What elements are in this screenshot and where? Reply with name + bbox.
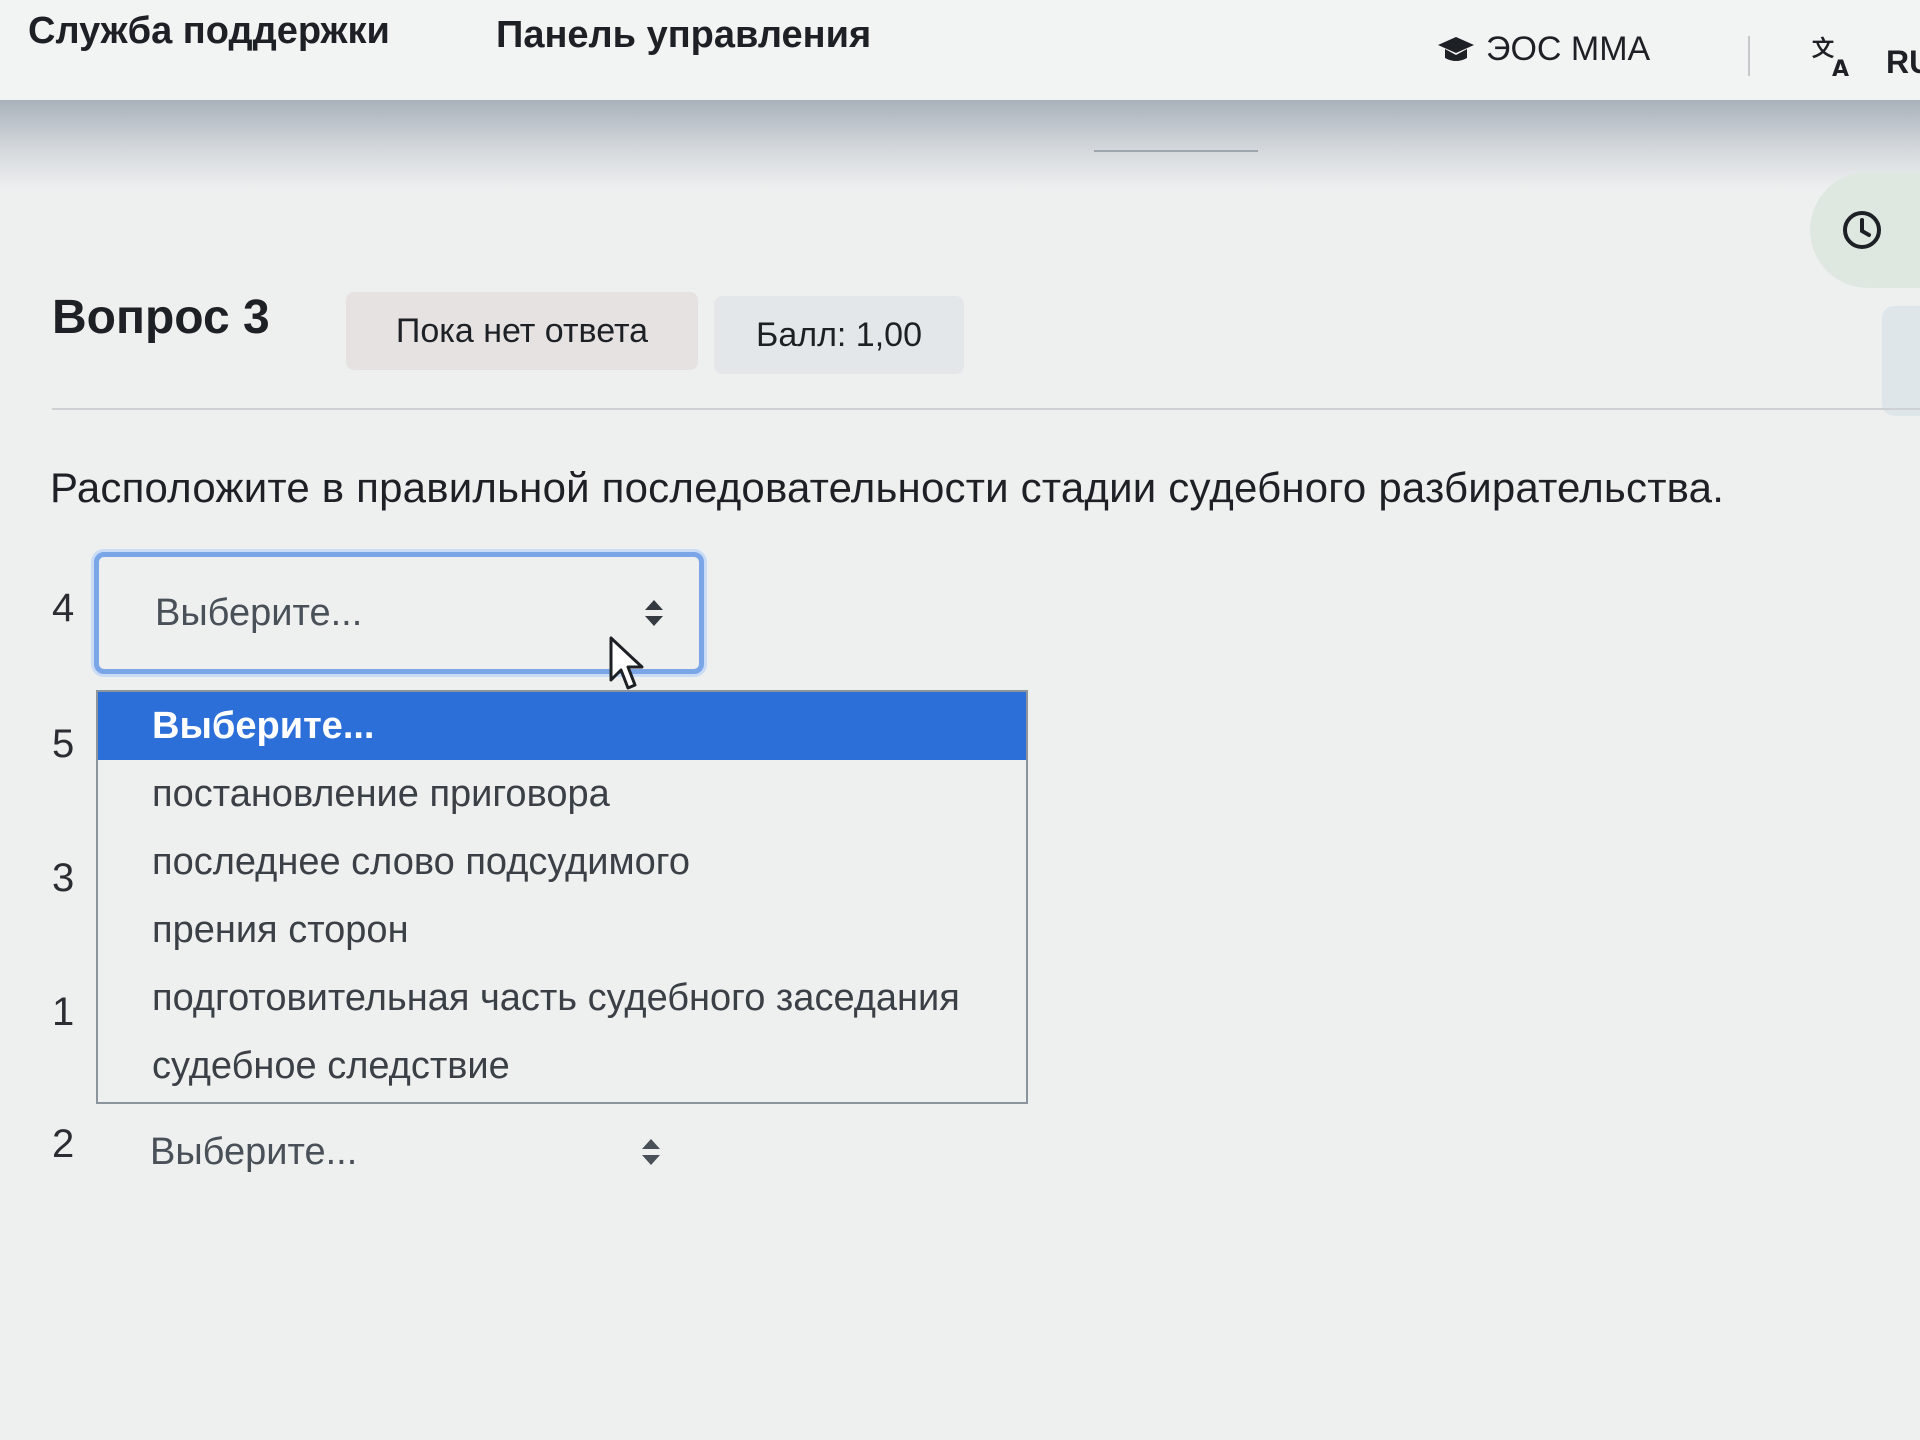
select-value: Выберите... — [155, 591, 363, 634]
dropdown-option[interactable]: последнее слово подсудимого — [98, 828, 1026, 896]
mouse-cursor-icon — [608, 636, 648, 692]
nav-link-dashboard[interactable]: Панель управления — [496, 14, 871, 57]
site-name-label: ЭОС ММА — [1486, 30, 1651, 68]
row-number: 4 — [52, 586, 75, 630]
nav-divider — [1748, 36, 1750, 76]
header-decor-line — [1094, 150, 1258, 152]
answer-status-badge: Пока нет ответа — [346, 292, 698, 370]
svg-text:A: A — [1832, 57, 1849, 78]
score-badge: Балл: 1,00 — [714, 296, 964, 374]
nav-link-support[interactable]: Служба поддержки — [28, 10, 390, 53]
dropdown-option[interactable]: прения сторон — [98, 896, 1026, 964]
dropdown-option[interactable]: Выберите... — [98, 692, 1026, 760]
language-selector[interactable]: RU — [1886, 44, 1920, 81]
translate-icon[interactable]: 文 A — [1810, 34, 1854, 78]
dropdown-option[interactable]: постановление приговора — [98, 760, 1026, 828]
top-navbar: Служба поддержки Панель управления ЭОС М… — [0, 0, 1920, 101]
side-drawer-tab[interactable] — [1882, 306, 1920, 416]
dropdown-option[interactable]: судебное следствие — [98, 1032, 1026, 1100]
site-name-link[interactable]: ЭОС ММА — [1436, 30, 1650, 69]
select-arrows-icon — [640, 1137, 662, 1167]
question-divider — [52, 408, 1920, 410]
dropdown-option[interactable]: подготовительная часть судебного заседан… — [98, 964, 1026, 1032]
header-band — [0, 100, 1920, 190]
row-number: 3 — [52, 856, 75, 900]
question-title: Вопрос 3 — [52, 291, 270, 344]
order-select-5[interactable]: Выберите... — [94, 1112, 704, 1192]
row-number: 5 — [52, 722, 75, 766]
select-value: Выберите... — [150, 1130, 358, 1173]
clock-icon[interactable] — [1840, 208, 1884, 252]
select-dropdown-list[interactable]: Выберите... постановление приговора посл… — [96, 690, 1028, 1104]
row-number: 1 — [52, 990, 75, 1034]
row-number: 2 — [52, 1122, 75, 1166]
select-arrows-icon — [643, 598, 665, 628]
graduation-cap-icon — [1436, 34, 1476, 66]
question-text: Расположите в правильной последовательно… — [50, 464, 1725, 511]
